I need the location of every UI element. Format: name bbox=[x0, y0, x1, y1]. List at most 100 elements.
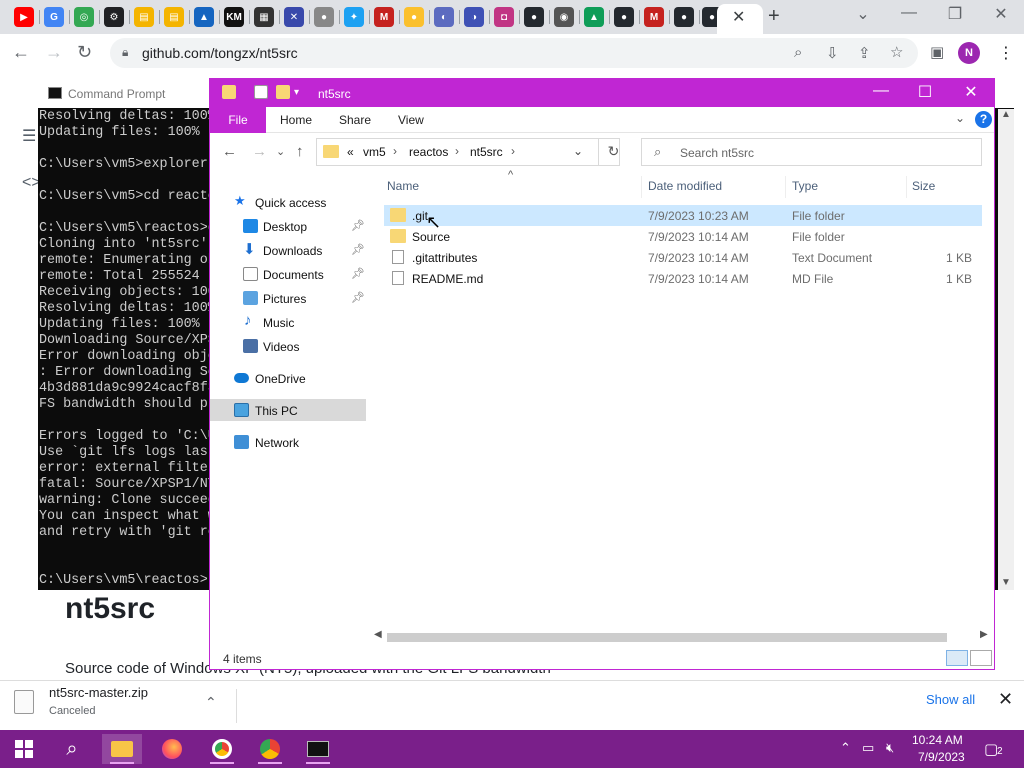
file-row[interactable]: Source 7/9/2023 10:14 AM File folder bbox=[384, 226, 982, 247]
youtube-icon[interactable]: ▶ bbox=[14, 7, 34, 27]
nav-music[interactable]: ♪ Music bbox=[210, 311, 366, 333]
profile-avatar[interactable]: N bbox=[958, 42, 980, 64]
column-type[interactable]: Type bbox=[792, 179, 818, 193]
forward-icon[interactable]: → bbox=[45, 42, 63, 63]
breadcrumb-nt5src[interactable]: nt5src bbox=[470, 145, 503, 159]
photo-icon[interactable]: ▲ bbox=[194, 7, 214, 27]
file-explorer-window[interactable]: ▾ nt5src — ☐ ✕ File Home Share View ⌄ ? … bbox=[209, 78, 995, 670]
back-icon[interactable]: ← bbox=[12, 42, 30, 63]
taskbar-file-explorer[interactable] bbox=[102, 734, 142, 764]
clock-date[interactable]: 7/9/2023 bbox=[918, 750, 965, 764]
recent-locations-icon[interactable]: ⌄ bbox=[276, 145, 285, 158]
bulb-icon[interactable]: ● bbox=[404, 7, 424, 27]
nav-quick-access[interactable]: ★ Quick access bbox=[210, 191, 366, 213]
nav-pictures[interactable]: Pictures 📌︎ bbox=[210, 287, 366, 309]
pin-icon[interactable]: 📌︎ bbox=[351, 267, 365, 280]
horizontal-scrollbar[interactable]: ◀ ▶ bbox=[370, 629, 994, 645]
green-circle-icon[interactable]: ◎ bbox=[74, 7, 94, 27]
column-size[interactable]: Size bbox=[912, 179, 935, 193]
column-divider[interactable] bbox=[641, 176, 642, 198]
new-tab-icon[interactable]: + bbox=[768, 5, 780, 28]
github-icon[interactable]: ● bbox=[614, 7, 634, 27]
refresh-icon[interactable]: ↻ bbox=[598, 138, 628, 166]
scroll-thumb[interactable] bbox=[387, 633, 947, 642]
nav-this-pc[interactable]: This PC bbox=[210, 399, 366, 421]
scroll-left-icon[interactable]: ◀ bbox=[374, 629, 382, 640]
search-icon[interactable]: ⌕ bbox=[794, 44, 802, 61]
breadcrumb-reactos[interactable]: reactos bbox=[409, 145, 448, 159]
close-icon[interactable]: ✕ bbox=[998, 689, 1013, 710]
details-view-icon[interactable] bbox=[946, 650, 968, 666]
taskbar-chrome-profile[interactable] bbox=[250, 734, 290, 764]
column-divider[interactable] bbox=[785, 176, 786, 198]
taskbar-firefox[interactable] bbox=[152, 734, 192, 764]
volume-muted-icon[interactable]: 🔇︎ bbox=[886, 740, 894, 756]
network-icon[interactable]: ▭ bbox=[862, 740, 874, 756]
breadcrumb-overflow[interactable]: « bbox=[347, 145, 354, 159]
explorer-titlebar[interactable]: ▾ nt5src — ☐ ✕ bbox=[210, 79, 994, 107]
gmail-icon[interactable]: M bbox=[644, 7, 664, 27]
nav-onedrive[interactable]: OneDrive bbox=[210, 367, 366, 389]
download-filename[interactable]: nt5src-master.zip bbox=[49, 685, 148, 700]
circle-icon[interactable]: ● bbox=[314, 7, 334, 27]
install-icon[interactable]: ⇩ bbox=[826, 44, 839, 62]
hamburger-icon[interactable]: ☰ bbox=[22, 126, 36, 146]
nav-documents[interactable]: Documents 📌︎ bbox=[210, 263, 366, 285]
side-panel-icon[interactable]: ▣ bbox=[930, 43, 944, 61]
file-row[interactable]: .git 7/9/2023 10:23 AM File folder bbox=[384, 205, 982, 226]
file-row[interactable]: .gitattributes 7/9/2023 10:14 AM Text Docu… bbox=[384, 247, 982, 268]
column-divider[interactable] bbox=[906, 176, 907, 198]
breadcrumb-vm5[interactable]: vm5 bbox=[363, 145, 386, 159]
tab-file[interactable]: File bbox=[210, 107, 266, 133]
breadcrumb[interactable]: « vm5 › reactos › nt5src › ⌄ bbox=[316, 138, 620, 166]
properties-icon[interactable] bbox=[254, 85, 268, 99]
cmd-scrollbar[interactable]: ▲ ▼ bbox=[998, 109, 1014, 590]
show-hidden-icons-icon[interactable]: ⌃ bbox=[840, 740, 851, 756]
forward-icon[interactable]: → bbox=[252, 143, 267, 160]
show-all-button[interactable]: Show all bbox=[926, 692, 975, 707]
github-icon[interactable]: ● bbox=[524, 7, 544, 27]
expand-ribbon-icon[interactable]: ⌄ bbox=[955, 111, 965, 125]
active-tab[interactable]: ✕ bbox=[717, 4, 763, 34]
pin-icon[interactable]: 📌︎ bbox=[351, 219, 365, 232]
chevron-up-icon[interactable]: ⌃ bbox=[205, 694, 217, 711]
address-dropdown-icon[interactable]: ⌄ bbox=[573, 144, 583, 158]
tab-search-icon[interactable]: ⌄ bbox=[840, 4, 886, 24]
close-icon[interactable]: ✕ bbox=[948, 82, 994, 102]
scroll-down-icon[interactable]: ▼ bbox=[1001, 577, 1011, 588]
back-icon[interactable]: ← bbox=[222, 143, 237, 160]
nav-network[interactable]: Network bbox=[210, 431, 366, 453]
tab-home[interactable]: Home bbox=[280, 113, 312, 127]
tools-icon[interactable]: ✕ bbox=[284, 7, 304, 27]
start-button[interactable] bbox=[4, 734, 44, 764]
large-icons-view-icon[interactable] bbox=[970, 650, 992, 666]
minimize-icon[interactable]: — bbox=[858, 82, 904, 100]
minimize-icon[interactable]: — bbox=[886, 4, 932, 22]
nav-downloads[interactable]: ⬇ Downloads 📌︎ bbox=[210, 239, 366, 261]
bookmark-star-icon[interactable]: ☆ bbox=[890, 43, 903, 61]
chevron-right-icon[interactable]: › bbox=[393, 144, 397, 158]
file-row[interactable]: README.md 7/9/2023 10:14 AM MD File 1 KB bbox=[384, 268, 982, 289]
chevron-right-icon[interactable]: › bbox=[455, 144, 459, 158]
km-icon[interactable]: KM bbox=[224, 7, 244, 27]
tab-share[interactable]: Share bbox=[339, 113, 371, 127]
github-icon[interactable]: ● bbox=[674, 7, 694, 27]
lock-icon[interactable]: 🔒︎ bbox=[122, 45, 128, 60]
clock-time[interactable]: 10:24 AM bbox=[912, 733, 963, 747]
gmail-icon[interactable]: M bbox=[374, 7, 394, 27]
app-icon[interactable]: ◐ bbox=[434, 7, 454, 27]
new-folder-icon[interactable] bbox=[276, 85, 290, 99]
gear-icon[interactable]: ⚙ bbox=[104, 7, 124, 27]
scroll-up-icon[interactable]: ▲ bbox=[1001, 109, 1011, 120]
search-button[interactable]: ⌕ bbox=[52, 734, 92, 764]
maximize-icon[interactable]: ☐ bbox=[902, 82, 948, 102]
folder-icon[interactable]: ▤ bbox=[164, 7, 184, 27]
restore-icon[interactable]: ❐ bbox=[932, 4, 978, 24]
column-date-modified[interactable]: Date modified bbox=[648, 179, 722, 193]
google-icon[interactable]: G bbox=[44, 7, 64, 27]
pin-icon[interactable]: 📌︎ bbox=[351, 243, 365, 256]
menu-kebab-icon[interactable]: ⋮ bbox=[998, 43, 1014, 63]
tab-view[interactable]: View bbox=[398, 113, 424, 127]
up-icon[interactable]: ↑ bbox=[296, 143, 304, 160]
chrome-icon[interactable]: ◉ bbox=[554, 7, 574, 27]
